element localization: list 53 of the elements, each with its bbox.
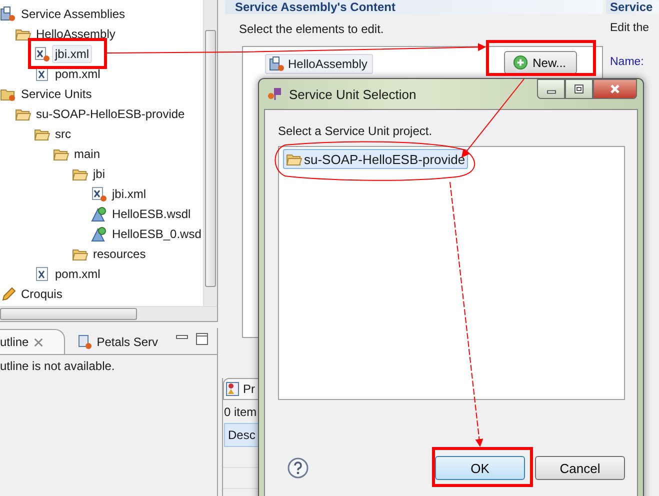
xml-file-icon (34, 266, 50, 282)
tree-item[interactable]: main (71, 145, 104, 163)
app-icon (267, 86, 283, 102)
tree-item[interactable]: HelloESB_0.wsd (109, 225, 203, 243)
tree-item[interactable]: pom.xml (52, 65, 104, 83)
close-button[interactable] (593, 79, 637, 99)
maximize-button[interactable] (565, 79, 593, 99)
view-tab[interactable]: Petals Serv (64, 330, 166, 354)
assembly-icon (269, 56, 285, 72)
assembly-chip[interactable]: HelloAssembly (265, 54, 374, 74)
tree-item[interactable]: HelloAssembly (33, 25, 118, 43)
section-title: Service (610, 0, 653, 14)
view-tab[interactable]: utline (0, 329, 65, 354)
maximize-icon[interactable] (195, 332, 209, 346)
new-button[interactable]: New... (504, 51, 577, 74)
close-icon[interactable] (32, 336, 44, 348)
close-icon (609, 83, 621, 95)
vertical-scrollbar[interactable] (203, 0, 217, 306)
minimize-button[interactable] (537, 79, 565, 99)
tree-item[interactable]: Service Assemblies (18, 5, 128, 23)
xml-file-icon (91, 186, 107, 202)
help-icon[interactable] (287, 457, 309, 479)
section-title: Service Assembly's Content (235, 0, 396, 14)
dialog-prompt: Select a Service Unit project. (278, 124, 434, 140)
ok-button[interactable]: OK (435, 456, 525, 480)
plus-icon (512, 55, 528, 70)
item-count: 0 item (223, 404, 258, 419)
dialog-title: Service Unit Selection (289, 86, 416, 102)
tree-item[interactable]: Croquis (18, 285, 66, 303)
pencil-icon (0, 286, 16, 302)
tree-item[interactable]: src (52, 125, 74, 143)
xml-file-icon (34, 46, 50, 62)
cancel-button[interactable]: Cancel (535, 456, 625, 480)
tree-item[interactable]: HelloESB.wsdl (109, 205, 194, 223)
field-label: Name: (609, 55, 645, 68)
tree-item[interactable]: jbi.xml (109, 185, 150, 203)
section-description: Edit the (609, 21, 650, 34)
tree-item[interactable]: su-SOAP-HelloESB-provide (33, 105, 188, 123)
maximize-icon (573, 83, 585, 95)
tree-item[interactable]: resources (90, 245, 149, 263)
problems-icon (225, 381, 241, 397)
minimize-icon (546, 90, 556, 94)
document-icon (76, 334, 93, 350)
project-item[interactable]: su-SOAP-HelloESB-provide (283, 149, 468, 169)
tree-item[interactable]: pom.xml (52, 265, 104, 283)
globe-file-icon (91, 206, 107, 222)
tree-item[interactable]: jbi (90, 165, 108, 183)
outline-message: utline is not available. (0, 358, 116, 373)
horizontal-scrollbar[interactable] (0, 306, 217, 321)
tree-item[interactable]: Service Units (18, 85, 95, 103)
globe-file-icon (91, 226, 107, 242)
section-description: Select the elements to edit. (238, 21, 385, 36)
tree-item[interactable]: jbi.xml (52, 45, 92, 63)
